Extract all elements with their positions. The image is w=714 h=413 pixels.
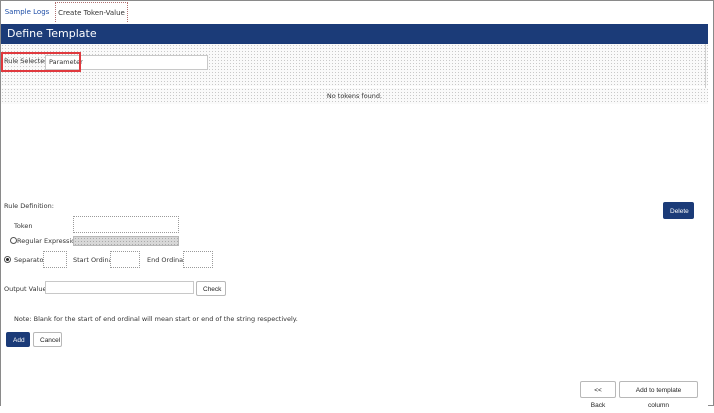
cancel-button[interactable]: Cancel [33,332,62,347]
rule-selected-highlight [1,52,81,72]
add-button[interactable]: Add [6,332,30,347]
start-ordinal-field[interactable] [110,251,140,268]
delete-button[interactable]: Delete [663,202,694,219]
end-ordinal-label: End Ordinal [147,256,185,264]
check-button[interactable]: Check [196,281,226,296]
back-button[interactable]: << Back [580,381,616,409]
end-ordinal-field[interactable] [183,251,213,268]
tab-sample-logs[interactable]: Sample Logs [3,2,51,22]
separator-label: Separator [14,256,47,264]
regex-field[interactable] [73,236,179,246]
tokens-empty-message: No tokens found. [1,88,708,104]
rule-editor-area [1,104,708,406]
output-value-field[interactable] [45,281,194,294]
page-title: Define Template [1,24,708,44]
output-value-label: Output Value [4,285,47,293]
add-to-template-column-button[interactable]: Add to template column [619,381,698,409]
rule-definition-heading: Rule Definition: [4,202,54,210]
regex-radio[interactable] [10,237,17,244]
tab-bar: Sample Logs Create Token-Value [0,0,714,24]
token-field[interactable] [73,216,179,233]
separator-field[interactable] [43,251,67,268]
tab-create-token-value[interactable]: Create Token-Value [55,2,128,22]
regex-label: Regular Expression [17,237,80,245]
start-ordinal-label: Start Ordinal [73,256,115,264]
token-label: Token [14,222,33,230]
ordinal-note: Note: Blank for the start of end ordinal… [14,315,298,323]
separator-radio[interactable] [4,256,11,263]
